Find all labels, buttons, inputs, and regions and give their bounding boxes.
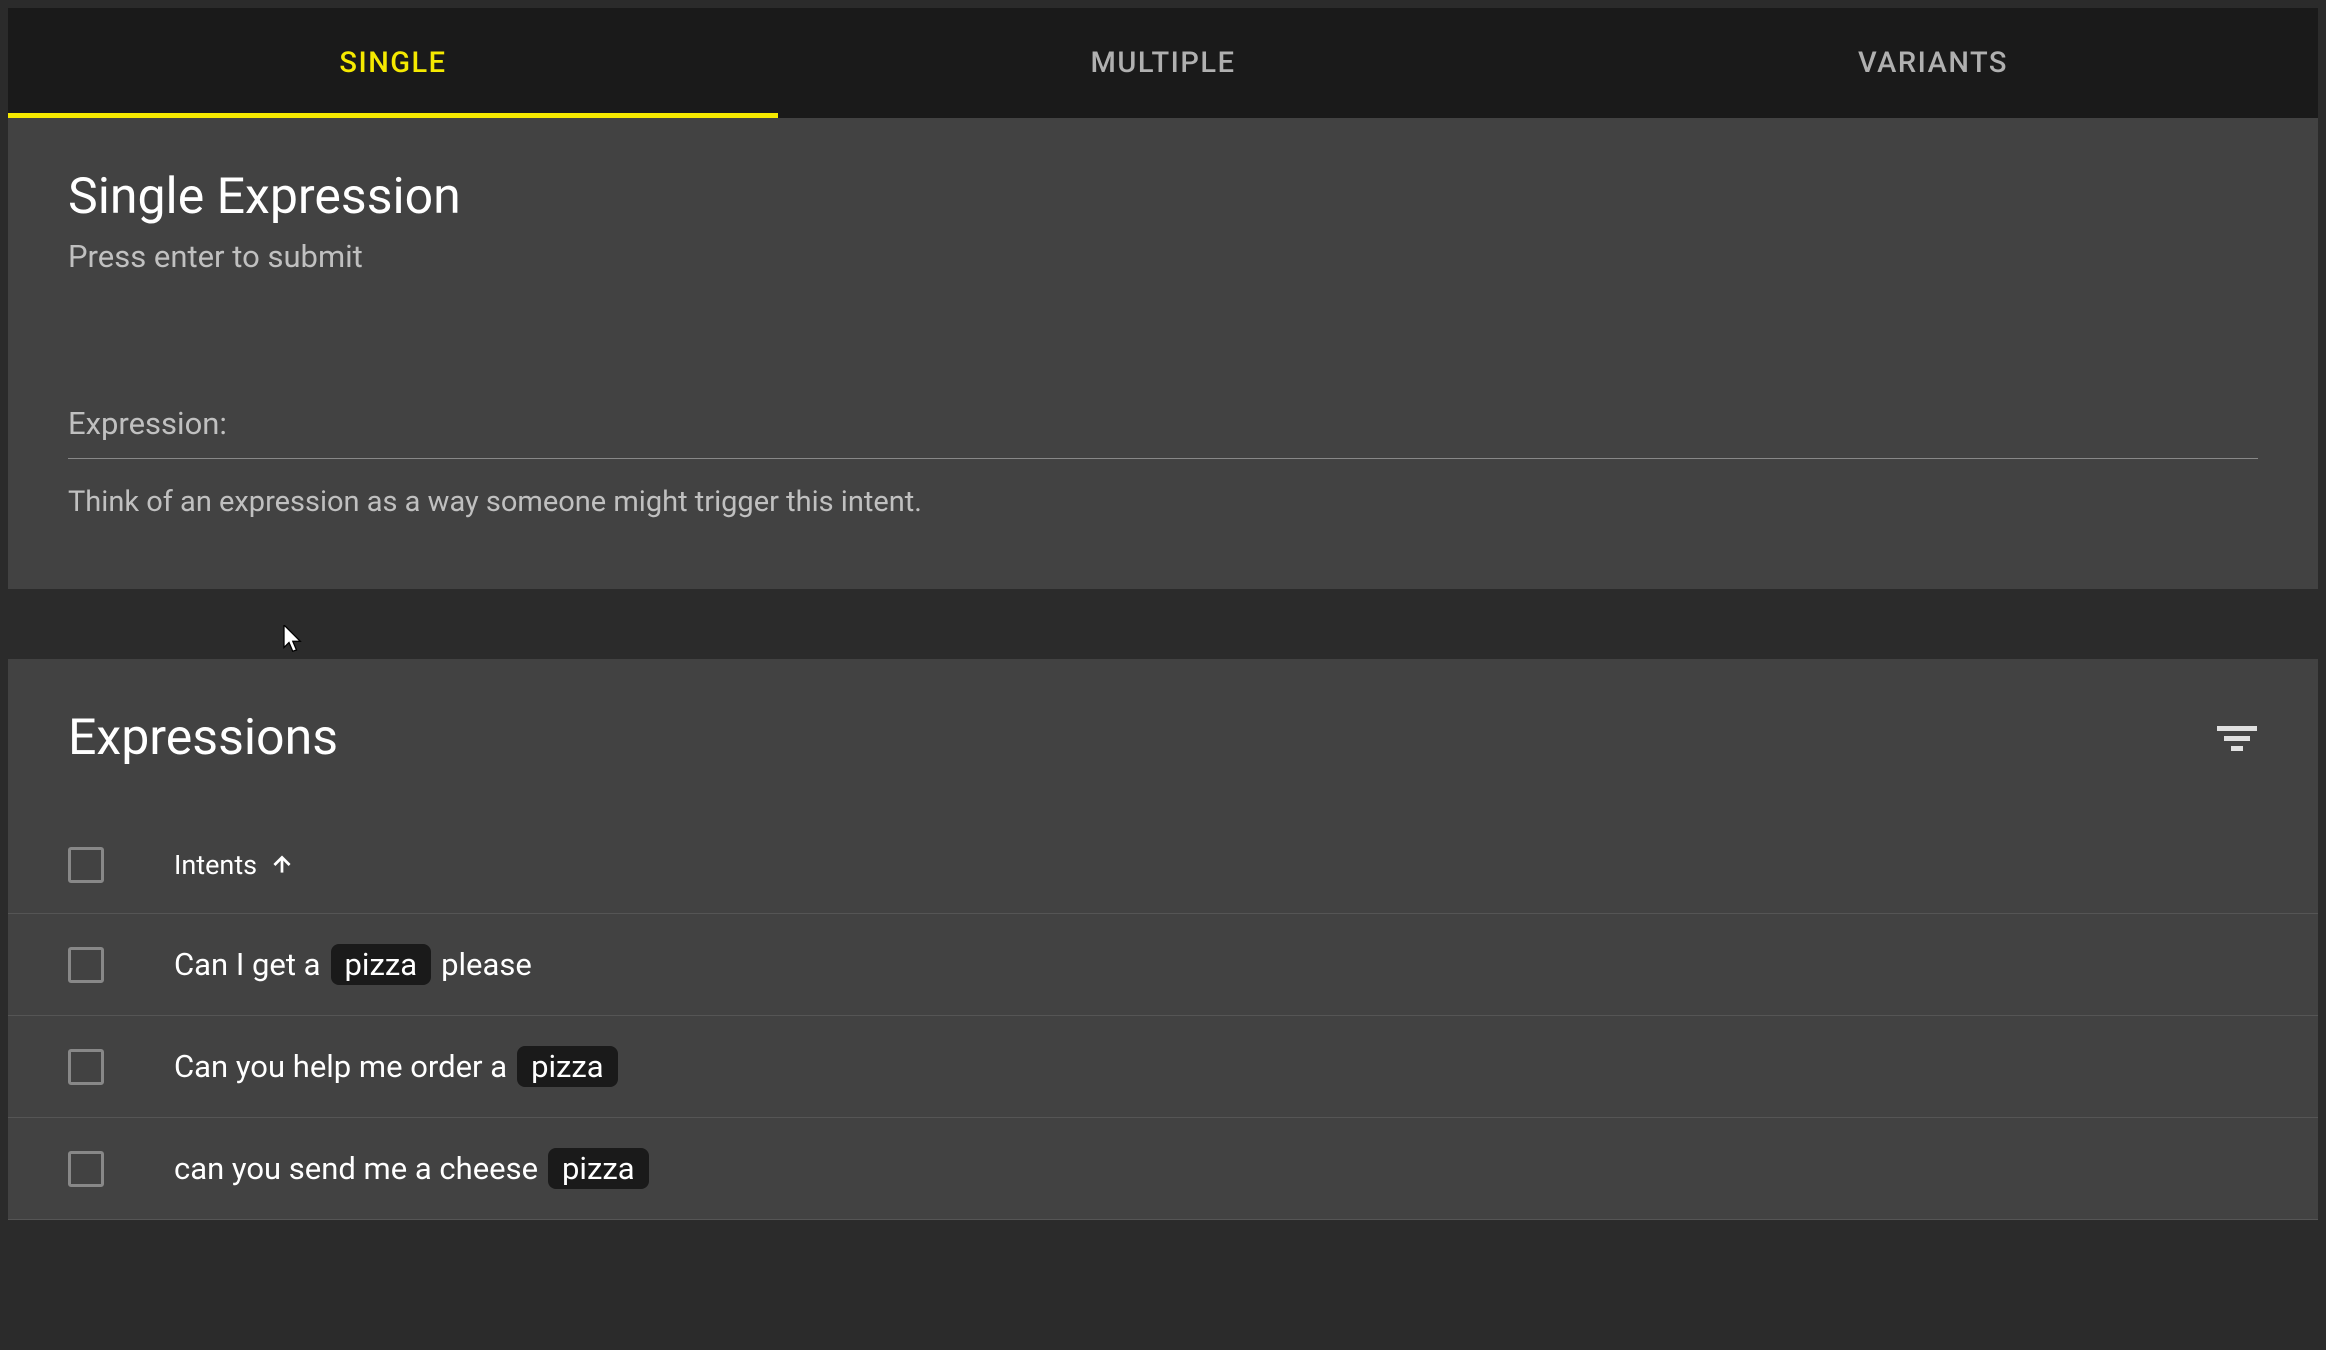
row-checkbox[interactable] [68,947,104,983]
table-row[interactable]: can you send me a cheese pizza [8,1118,2318,1220]
panel-subtitle: Press enter to submit [68,238,2258,275]
expression-input-label: Expression: [68,405,2258,442]
table-row[interactable]: Can you help me order a pizza [8,1016,2318,1118]
expression-input[interactable] [68,458,2258,459]
table-row[interactable]: Can I get a pizzaplease [8,914,2318,1016]
filter-icon[interactable] [2216,717,2258,759]
tab-multiple[interactable]: MULTIPLE [778,8,1548,118]
entity-chip[interactable]: pizza [331,944,432,985]
entity-chip[interactable]: pizza [548,1148,649,1189]
expression-text: Can you help me order a pizza [174,1046,618,1087]
expression-text: can you send me a cheese pizza [174,1148,649,1189]
row-checkbox[interactable] [68,1151,104,1187]
tab-multiple-label: MULTIPLE [1091,46,1236,80]
entity-chip[interactable]: pizza [517,1046,618,1087]
expression-text-part: can you send me a cheese [174,1150,538,1187]
row-checkbox[interactable] [68,1049,104,1085]
expression-text: Can I get a pizzaplease [174,944,532,985]
expressions-header: Expressions [8,709,2318,817]
intents-column-header[interactable]: Intents [174,849,295,881]
expressions-title: Expressions [68,709,338,767]
expression-text-part: please [441,946,532,983]
tab-variants[interactable]: VARIANTS [1548,8,2318,118]
intents-column-label: Intents [174,849,257,881]
cursor-icon [283,625,305,659]
single-expression-panel: Single Expression Press enter to submit … [8,118,2318,589]
table-header-row: Intents [8,817,2318,914]
panel-title: Single Expression [68,168,2258,226]
expression-input-hint: Think of an expression as a way someone … [68,485,2258,519]
tab-bar: SINGLE MULTIPLE VARIANTS [8,8,2318,118]
expressions-panel: Expressions Intents Can I get apizzaplea… [8,659,2318,1220]
tab-variants-label: VARIANTS [1858,46,2008,80]
tab-single[interactable]: SINGLE [8,8,778,118]
expression-input-section: Expression: Think of an expression as a … [68,405,2258,519]
tab-single-label: SINGLE [339,46,446,80]
select-all-checkbox[interactable] [68,847,104,883]
sort-ascending-icon [269,852,295,878]
expression-text-part: Can you help me order a [174,1048,507,1085]
expression-text-part: Can I get a [174,946,321,983]
